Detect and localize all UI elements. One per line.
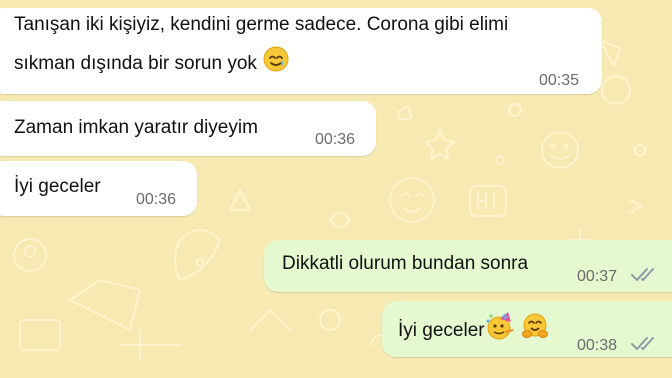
message-text-line: İyi geceler xyxy=(398,311,549,351)
message-text: sıkman dışında bir sorun yok xyxy=(14,53,257,75)
sad-tear-smile-emoji-icon xyxy=(262,45,290,83)
message-text-line: sıkman dışında bir sorun yok xyxy=(14,45,290,83)
hugging-face-emoji-icon xyxy=(521,312,549,350)
outgoing-message-bubble[interactable]: İyi geceler 00:38 xyxy=(382,301,672,357)
outgoing-message-bubble[interactable]: Dikkatli olurum bundan sonra 00:37 xyxy=(264,240,672,292)
incoming-message-bubble[interactable]: İyi geceler 00:36 xyxy=(0,161,197,216)
message-text: İyi geceler xyxy=(14,176,101,197)
message-text: İyi geceler xyxy=(398,320,485,342)
double-check-read-icon xyxy=(630,333,660,363)
incoming-message-bubble[interactable]: Tanışan iki kişiyiz, kendini germe sadec… xyxy=(0,8,602,94)
message-text: Zaman imkan yaratır diyeyim xyxy=(14,117,258,138)
message-time: 00:35 xyxy=(539,72,580,89)
double-check-read-icon xyxy=(630,264,660,294)
message-time: 00:38 xyxy=(577,337,618,354)
message-text: Dikkatli olurum bundan sonra xyxy=(282,253,529,274)
message-time: 00:36 xyxy=(315,131,356,148)
party-face-emoji-icon xyxy=(485,311,515,351)
message-time: 00:37 xyxy=(577,268,618,285)
message-time: 00:36 xyxy=(136,191,177,208)
message-text-line: Tanışan iki kişiyiz, kendini germe sadec… xyxy=(14,14,509,35)
incoming-message-bubble[interactable]: Zaman imkan yaratır diyeyim 00:36 xyxy=(0,101,376,156)
